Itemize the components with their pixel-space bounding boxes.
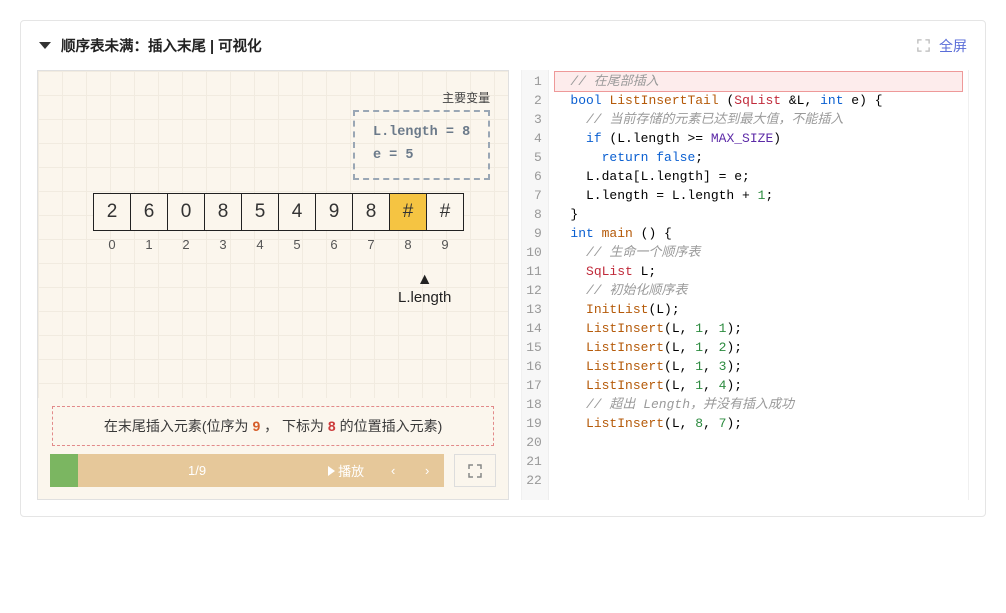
length-pointer: ▲ L.length: [398, 271, 451, 306]
index-label: 5: [278, 237, 316, 252]
caption-box: 在末尾插入元素(位序为 9 ， 下标为 8 的位置插入元素): [52, 406, 494, 446]
caption-text: 的位置插入元素): [336, 418, 443, 434]
progress-fill: [50, 454, 78, 487]
index-label: 2: [167, 237, 205, 252]
code-line: L.data[L.length] = e;: [555, 167, 962, 186]
visualization-panel: 主要变量 L.length = 8 e = 5 26085498## 01234…: [37, 70, 509, 500]
code-line: L.length = L.length + 1;: [555, 186, 962, 205]
expand-icon[interactable]: [916, 38, 931, 53]
viz-fullscreen-button[interactable]: [454, 454, 496, 487]
vars-title: 主要变量: [353, 89, 490, 106]
viz-stage: 主要变量 L.length = 8 e = 5 26085498## 01234…: [38, 71, 508, 398]
code-line: SqList L;: [555, 262, 962, 281]
code-line: return false;: [555, 148, 962, 167]
code-line: bool ListInsertTail (SqList &L, int e) {: [555, 91, 962, 110]
array-cell: 9: [315, 193, 353, 231]
array-cell: 8: [204, 193, 242, 231]
code-panel: 12345678910111213141516171819202122 // 在…: [521, 70, 969, 500]
code-line: ListInsert(L, 1, 4);: [555, 376, 962, 395]
progress-label: 1/9: [78, 463, 316, 478]
control-bar: 1/9 播放 ‹ ›: [38, 454, 508, 499]
array-cell: 5: [241, 193, 279, 231]
fullscreen-icon: [467, 463, 483, 479]
code-line: int main () {: [555, 224, 962, 243]
index-label: 7: [352, 237, 390, 252]
play-button[interactable]: 播放: [316, 461, 376, 480]
progress-bar[interactable]: 1/9 播放 ‹ ›: [50, 454, 444, 487]
index-label: 8: [389, 237, 427, 252]
visualization-card: 顺序表未满：插入末尾 | 可视化 全屏 主要变量 L.length = 8 e …: [20, 20, 986, 517]
collapse-toggle-icon[interactable]: [39, 42, 51, 49]
index-label: 1: [130, 237, 168, 252]
index-row: 0123456789: [93, 237, 464, 252]
code-line: // 初始化顺序表: [555, 281, 962, 300]
code-line: ListInsert(L, 1, 1);: [555, 319, 962, 338]
prev-button[interactable]: ‹: [376, 463, 410, 478]
code-line: if (L.length >= MAX_SIZE): [555, 129, 962, 148]
line-numbers: 12345678910111213141516171819202122: [522, 70, 549, 500]
code-line: ListInsert(L, 8, 7);: [555, 414, 962, 433]
next-button[interactable]: ›: [410, 463, 444, 478]
vars-content: L.length = 8 e = 5: [353, 110, 490, 180]
code-line: InitList(L);: [555, 300, 962, 319]
card-title: 顺序表未满：插入末尾 | 可视化: [61, 35, 262, 56]
code-lines[interactable]: // 在尾部插入 bool ListInsertTail (SqList &L,…: [549, 70, 968, 500]
caption-text: ， 下标为: [260, 418, 328, 434]
pointer-label: L.length: [398, 289, 451, 306]
code-line: ListInsert(L, 1, 3);: [555, 357, 962, 376]
caption-index: 8: [328, 418, 336, 434]
array-cell: 4: [278, 193, 316, 231]
variables-box: 主要变量 L.length = 8 e = 5: [353, 89, 490, 180]
fullscreen-button[interactable]: 全屏: [939, 36, 967, 56]
index-label: 0: [93, 237, 131, 252]
array-cell: #: [426, 193, 464, 231]
play-label: 播放: [338, 461, 364, 480]
array-cell: 2: [93, 193, 131, 231]
code-line: }: [555, 205, 962, 224]
array-row: 26085498##: [93, 193, 464, 231]
array-cell: 6: [130, 193, 168, 231]
index-label: 6: [315, 237, 353, 252]
content-row: 主要变量 L.length = 8 e = 5 26085498## 01234…: [21, 70, 985, 516]
play-icon: [328, 466, 335, 476]
index-label: 9: [426, 237, 464, 252]
arrow-up-icon: ▲: [398, 271, 451, 289]
card-header: 顺序表未满：插入末尾 | 可视化 全屏: [21, 21, 985, 70]
caption-text: 在末尾插入元素(位序为: [104, 418, 253, 434]
index-label: 4: [241, 237, 279, 252]
code-line: // 当前存储的元素已达到最大值，不能插入: [555, 110, 962, 129]
code-line: // 超出 Length，并没有插入成功: [555, 395, 962, 414]
code-line: ListInsert(L, 1, 2);: [555, 338, 962, 357]
array-cell: 0: [167, 193, 205, 231]
index-label: 3: [204, 237, 242, 252]
array-cell: 8: [352, 193, 390, 231]
code-line: // 在尾部插入: [555, 72, 962, 91]
code-line: // 生命一个顺序表: [555, 243, 962, 262]
array-cell: #: [389, 193, 427, 231]
